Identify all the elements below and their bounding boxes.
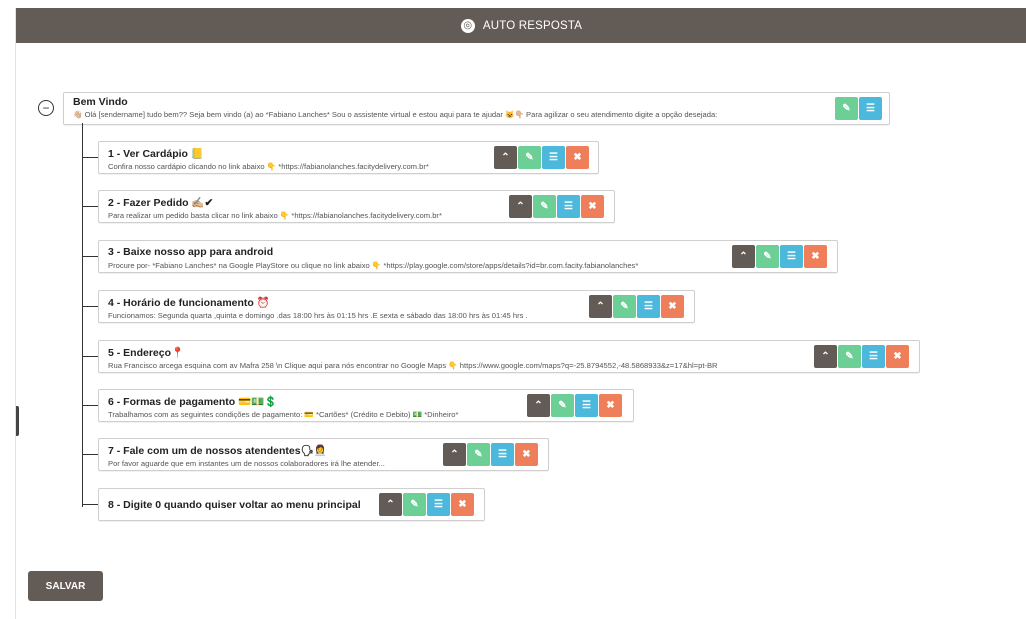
- menu-option-card: 6 - Formas de pagamento 💳💵💲 Trabalhamos c…: [98, 389, 634, 422]
- menu-option-title: 1 - Ver Cardápio 📒: [108, 148, 204, 160]
- menu-option-card: 3 - Baixe nosso app para android Procure …: [98, 240, 838, 273]
- main-panel: ◎ AUTO RESPOSTA − Bem Vindo 👋🏼 Olá [send…: [15, 8, 1026, 619]
- tree-connector: [82, 123, 83, 507]
- move-up-button[interactable]: ⌃: [814, 345, 837, 368]
- list-button[interactable]: ☰: [491, 443, 514, 466]
- scroll-indicator[interactable]: [16, 406, 19, 436]
- tree-branch-line: [82, 356, 98, 357]
- tree-branch-line: [82, 504, 98, 505]
- edit-button[interactable]: ✎: [551, 394, 574, 417]
- move-up-button[interactable]: ⌃: [443, 443, 466, 466]
- edit-button[interactable]: ✎: [838, 345, 861, 368]
- tree-branch-line: [82, 256, 98, 257]
- move-up-button[interactable]: ⌃: [509, 195, 532, 218]
- tree-branch-line: [82, 306, 98, 307]
- menu-option-message: Para realizar um pedido basta clicar no …: [108, 211, 442, 220]
- delete-button[interactable]: ✖: [581, 195, 604, 218]
- menu-option-actions: ⌃ ✎ ☰ ✖: [732, 245, 827, 268]
- menu-option-title: 5 - Endereço📍: [108, 347, 185, 359]
- menu-option-title: 7 - Fale com um de nossos atendentes🗣👩‍💼: [108, 445, 327, 457]
- list-button[interactable]: ☰: [859, 97, 882, 120]
- menu-option-actions: ⌃ ✎ ☰ ✖: [589, 295, 684, 318]
- list-button[interactable]: ☰: [557, 195, 580, 218]
- menu-option-message: Procure por- *Fabiano Lanches* na Google…: [108, 261, 639, 270]
- edit-button[interactable]: ✎: [467, 443, 490, 466]
- menu-option-actions: ⌃ ✎ ☰ ✖: [443, 443, 538, 466]
- delete-button[interactable]: ✖: [566, 146, 589, 169]
- menu-option-card: 7 - Fale com um de nossos atendentes🗣👩‍💼…: [98, 438, 549, 471]
- menu-option-actions: ⌃ ✎ ☰ ✖: [379, 493, 474, 516]
- menu-option-title: 3 - Baixe nosso app para android: [108, 246, 274, 258]
- tree-branch-line: [82, 206, 98, 207]
- menu-option-title: 6 - Formas de pagamento 💳💵💲: [108, 396, 278, 408]
- root-node-card: Bem Vindo 👋🏼 Olá [sendername] tudo bem??…: [63, 92, 890, 125]
- move-up-button[interactable]: ⌃: [379, 493, 402, 516]
- move-up-button[interactable]: ⌃: [732, 245, 755, 268]
- menu-option-message: Confira nosso cardápio clicando no link …: [108, 162, 429, 171]
- menu-option-actions: ⌃ ✎ ☰ ✖: [814, 345, 909, 368]
- fingerprint-icon: ◎: [460, 18, 475, 33]
- list-button[interactable]: ☰: [862, 345, 885, 368]
- menu-option-title: 4 - Horário de funcionamento ⏰: [108, 297, 270, 309]
- menu-option-actions: ⌃ ✎ ☰ ✖: [494, 146, 589, 169]
- root-node-actions: ✎ ☰: [835, 97, 882, 120]
- move-up-button[interactable]: ⌃: [494, 146, 517, 169]
- page-title: AUTO RESPOSTA: [482, 19, 583, 32]
- move-up-button[interactable]: ⌃: [527, 394, 550, 417]
- menu-option-card: 8 - Digite 0 quando quiser voltar ao men…: [98, 488, 485, 521]
- list-button[interactable]: ☰: [575, 394, 598, 417]
- delete-button[interactable]: ✖: [599, 394, 622, 417]
- move-up-button[interactable]: ⌃: [589, 295, 612, 318]
- edit-button[interactable]: ✎: [403, 493, 426, 516]
- root-node-title: Bem Vindo: [73, 96, 128, 108]
- menu-option-message: Funcionamos: Segunda quarta ,quinta e do…: [108, 311, 528, 320]
- edit-button[interactable]: ✎: [613, 295, 636, 318]
- menu-option-message: Por favor aguarde que em instantes um de…: [108, 459, 385, 468]
- menu-option-card: 5 - Endereço📍 Rua Francisco arcega esquin…: [98, 340, 920, 373]
- root-node-message: 👋🏼 Olá [sendername] tudo bem?? Seja bem …: [73, 110, 718, 119]
- menu-option-title: 8 - Digite 0 quando quiser voltar ao men…: [108, 499, 361, 511]
- menu-option-actions: ⌃ ✎ ☰ ✖: [509, 195, 604, 218]
- tree-branch-line: [82, 157, 98, 158]
- delete-button[interactable]: ✖: [661, 295, 684, 318]
- list-button[interactable]: ☰: [427, 493, 450, 516]
- delete-button[interactable]: ✖: [804, 245, 827, 268]
- menu-option-message: Trabalhamos com as seguintes condições d…: [108, 410, 459, 419]
- menu-option-card: 1 - Ver Cardápio 📒 Confira nosso cardápio…: [98, 141, 599, 174]
- delete-button[interactable]: ✖: [451, 493, 474, 516]
- menu-option-card: 2 - Fazer Pedido ✍🏼✔ Para realizar um ped…: [98, 190, 615, 223]
- edit-button[interactable]: ✎: [518, 146, 541, 169]
- delete-button[interactable]: ✖: [886, 345, 909, 368]
- collapse-toggle-icon[interactable]: −: [38, 100, 54, 116]
- tree-branch-line: [82, 454, 98, 455]
- menu-option-card: 4 - Horário de funcionamento ⏰ Funcionamo…: [98, 290, 695, 323]
- edit-button[interactable]: ✎: [835, 97, 858, 120]
- list-button[interactable]: ☰: [637, 295, 660, 318]
- edit-button[interactable]: ✎: [533, 195, 556, 218]
- list-button[interactable]: ☰: [780, 245, 803, 268]
- save-button[interactable]: SALVAR: [28, 571, 103, 601]
- tree-branch-line: [82, 405, 98, 406]
- menu-option-message: Rua Francisco arcega esquina com av Mafr…: [108, 361, 718, 370]
- list-button[interactable]: ☰: [542, 146, 565, 169]
- menu-option-actions: ⌃ ✎ ☰ ✖: [527, 394, 622, 417]
- delete-button[interactable]: ✖: [515, 443, 538, 466]
- menu-option-title: 2 - Fazer Pedido ✍🏼✔: [108, 197, 214, 209]
- page-header: ◎ AUTO RESPOSTA: [16, 8, 1026, 43]
- edit-button[interactable]: ✎: [756, 245, 779, 268]
